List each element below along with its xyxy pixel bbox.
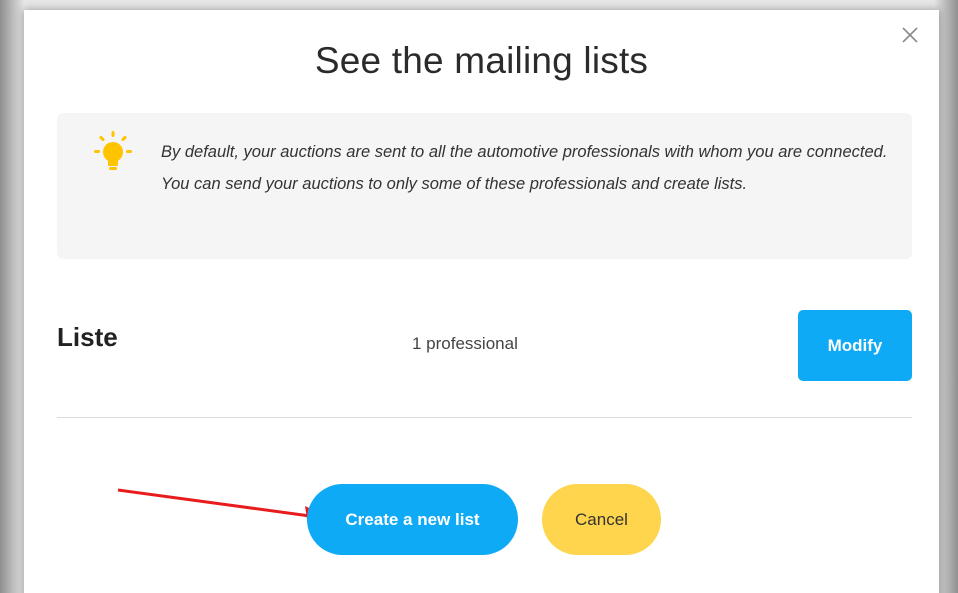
list-name: Liste (57, 322, 118, 352)
list-count: 1 professional (412, 334, 518, 353)
info-text: By default, your auctions are sent to al… (161, 143, 888, 193)
dialog-title: See the mailing lists (314, 40, 649, 81)
info-box: By default, your auctions are sent to al… (57, 113, 912, 259)
mailing-lists-dialog: See the mailing lists By default, your a… (24, 10, 939, 593)
create-new-list-button[interactable]: Create a new list (307, 484, 518, 555)
modify-button[interactable]: Modify (798, 310, 912, 381)
lightbulb-icon (93, 131, 133, 175)
list-row: Liste 1 professional Modify (57, 308, 912, 383)
cancel-button[interactable]: Cancel (542, 484, 661, 555)
divider (57, 417, 912, 418)
